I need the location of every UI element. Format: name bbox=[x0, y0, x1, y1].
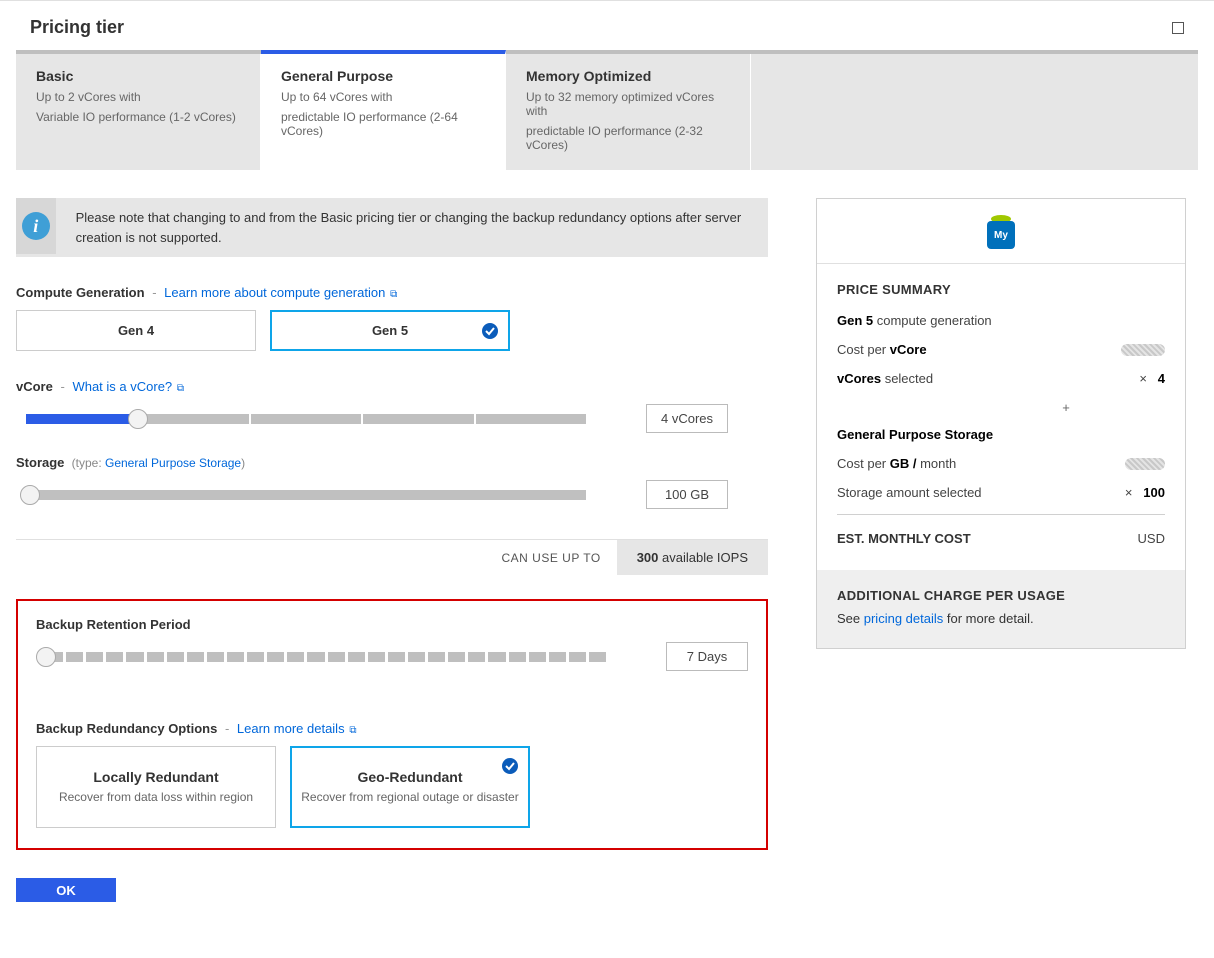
vcores-selected-line: vCores selected × 4 bbox=[837, 371, 1165, 386]
vcore-label: vCore - What is a vCore? ⧉ bbox=[16, 379, 768, 394]
info-banner: i Please note that changing to and from … bbox=[16, 198, 768, 257]
check-icon bbox=[482, 323, 498, 339]
info-text: Please note that changing to and from th… bbox=[56, 198, 768, 257]
pricing-details-link[interactable]: pricing details bbox=[864, 611, 944, 626]
info-icon: i bbox=[16, 198, 56, 254]
page-title: Pricing tier bbox=[30, 17, 124, 38]
option-title: Geo-Redundant bbox=[358, 769, 463, 785]
slider-thumb[interactable] bbox=[36, 647, 56, 667]
slider-thumb[interactable] bbox=[20, 485, 40, 505]
cost-per-vcore-line: Cost per vCore bbox=[837, 342, 1165, 357]
redundancy-learn-more-link[interactable]: Learn more details ⧉ bbox=[237, 721, 357, 736]
tab-general-purpose[interactable]: General Purpose Up to 64 vCores with pre… bbox=[261, 50, 506, 170]
gen4-option[interactable]: Gen 4 bbox=[16, 310, 256, 351]
option-subtitle: Recover from data loss within region bbox=[59, 789, 253, 806]
redundancy-label: Backup Redundancy Options - Learn more d… bbox=[36, 721, 748, 736]
storage-amount-line: Storage amount selected × 100 bbox=[837, 485, 1165, 500]
retention-value: 7 Days bbox=[666, 642, 748, 671]
compute-generation-label: Compute Generation - Learn more about co… bbox=[16, 285, 768, 300]
additional-charge-text: See pricing details for more detail. bbox=[837, 611, 1165, 626]
ok-button[interactable]: OK bbox=[16, 878, 116, 902]
locally-redundant-option[interactable]: Locally Redundant Recover from data loss… bbox=[36, 746, 276, 828]
external-link-icon: ⧉ bbox=[387, 289, 397, 300]
vcore-slider[interactable] bbox=[16, 414, 586, 424]
storage-slider[interactable] bbox=[16, 490, 586, 500]
check-icon bbox=[502, 758, 518, 774]
geo-redundant-option[interactable]: Geo-Redundant Recover from regional outa… bbox=[290, 746, 530, 828]
retention-label: Backup Retention Period bbox=[36, 617, 748, 632]
cost-per-gb-line: Cost per GB / month bbox=[837, 456, 1165, 471]
price-summary-heading: PRICE SUMMARY bbox=[837, 282, 1165, 297]
additional-charge-section: ADDITIONAL CHARGE PER USAGE See pricing … bbox=[817, 570, 1185, 648]
option-title: Locally Redundant bbox=[93, 769, 218, 785]
tab-desc-line: predictable IO performance (2-32 vCores) bbox=[526, 124, 730, 152]
tab-desc-line: predictable IO performance (2-64 vCores) bbox=[281, 110, 485, 138]
maximize-icon[interactable] bbox=[1172, 22, 1184, 34]
external-link-icon: ⧉ bbox=[347, 725, 357, 736]
external-link-icon: ⧉ bbox=[174, 383, 184, 394]
compute-generation-line: Gen 5 compute generation bbox=[837, 313, 1165, 328]
plus-line: + bbox=[837, 400, 1165, 415]
option-subtitle: Recover from regional outage or disaster bbox=[301, 789, 518, 806]
option-label: Gen 4 bbox=[118, 323, 154, 338]
vcore-value: 4 vCores bbox=[646, 404, 728, 433]
tab-desc-line: Up to 64 vCores with bbox=[281, 90, 485, 104]
option-label: Gen 5 bbox=[372, 323, 408, 338]
tab-title: Memory Optimized bbox=[526, 68, 730, 84]
tab-memory-optimized[interactable]: Memory Optimized Up to 32 memory optimiz… bbox=[506, 54, 751, 170]
tab-filler bbox=[751, 54, 1198, 170]
backup-highlight-box: Backup Retention Period bbox=[16, 599, 768, 850]
blurred-value bbox=[1125, 458, 1165, 470]
tab-title: Basic bbox=[36, 68, 240, 84]
price-summary-panel: My PRICE SUMMARY Gen 5 compute generatio… bbox=[816, 198, 1186, 649]
tab-desc-line: Up to 2 vCores with bbox=[36, 90, 240, 104]
gen5-option[interactable]: Gen 5 bbox=[270, 310, 510, 351]
tab-desc-line: Up to 32 memory optimized vCores with bbox=[526, 90, 730, 118]
tab-basic[interactable]: Basic Up to 2 vCores with Variable IO pe… bbox=[16, 54, 261, 170]
iops-bar: CAN USE UP TO 300 available IOPS bbox=[16, 539, 768, 575]
slider-thumb[interactable] bbox=[128, 409, 148, 429]
est-cost-line: EST. MONTHLY COST USD bbox=[837, 514, 1165, 546]
iops-value: 300 available IOPS bbox=[617, 540, 768, 575]
retention-slider[interactable] bbox=[36, 652, 606, 662]
storage-heading-line: General Purpose Storage bbox=[837, 427, 1165, 442]
mysql-logo: My bbox=[817, 199, 1185, 264]
storage-type-link[interactable]: General Purpose Storage bbox=[105, 456, 241, 470]
compute-generation-learn-more-link[interactable]: Learn more about compute generation ⧉ bbox=[164, 285, 397, 300]
storage-label: Storage (type: General Purpose Storage) bbox=[16, 455, 768, 470]
tab-title: General Purpose bbox=[281, 68, 485, 84]
pricing-tier-tabs: Basic Up to 2 vCores with Variable IO pe… bbox=[16, 54, 1198, 170]
storage-value: 100 GB bbox=[646, 480, 728, 509]
blurred-value bbox=[1121, 344, 1165, 356]
iops-label: CAN USE UP TO bbox=[485, 541, 616, 575]
vcore-help-link[interactable]: What is a vCore? ⧉ bbox=[72, 379, 184, 394]
tab-desc-line: Variable IO performance (1-2 vCores) bbox=[36, 110, 240, 124]
additional-charge-heading: ADDITIONAL CHARGE PER USAGE bbox=[837, 588, 1165, 603]
